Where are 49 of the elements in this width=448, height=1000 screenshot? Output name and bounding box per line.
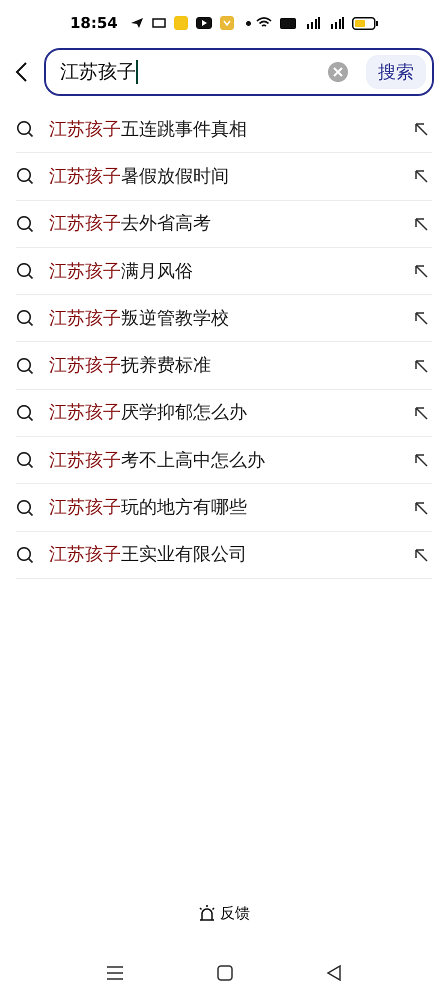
wifi-icon <box>256 17 272 29</box>
send-icon <box>130 17 144 29</box>
signal-icon <box>328 17 344 29</box>
suggestion-item[interactable]: 江苏孩子叛逆管教学校 <box>49 304 414 332</box>
suggestion-item[interactable]: 江苏孩子厌学抑郁怎么办 <box>49 399 414 426</box>
search-icon <box>16 356 34 375</box>
signal-icon <box>304 17 320 29</box>
fill-arrow-icon[interactable] <box>414 548 428 562</box>
battery-icon <box>352 16 378 30</box>
search-icon <box>16 309 34 328</box>
fill-arrow-icon[interactable] <box>414 500 428 515</box>
suggestion-item[interactable]: 江苏孩子王实业有限公司 <box>49 541 414 568</box>
suggestion-item[interactable]: 江苏孩子满月风俗 <box>49 258 414 285</box>
feedback-link[interactable]: 反馈 <box>198 902 250 924</box>
fill-arrow-icon[interactable] <box>414 264 428 278</box>
app-icon <box>174 16 188 30</box>
search-icon <box>16 214 34 233</box>
app-icon <box>152 17 166 29</box>
suggestion-item[interactable]: 江苏孩子五连跳事件真相 <box>49 116 414 143</box>
search-query: 江苏孩子 <box>60 60 136 85</box>
alarm-icon <box>198 904 216 922</box>
suggestion-item[interactable]: 江苏孩子玩的地方有哪些 <box>49 494 414 522</box>
fill-arrow-icon[interactable] <box>414 122 428 136</box>
text-cursor <box>136 60 138 84</box>
back-nav-icon[interactable] <box>326 965 342 981</box>
status-time: 18:54 <box>70 12 118 34</box>
video-icon <box>196 17 212 29</box>
suggestion-item[interactable]: 江苏孩子抚养费标准 <box>49 352 414 380</box>
search-icon <box>16 404 34 422</box>
fill-arrow-icon[interactable] <box>414 358 428 373</box>
home-icon[interactable] <box>216 965 233 981</box>
suggestion-item[interactable]: 江苏孩子去外省高考 <box>49 210 414 238</box>
search-field[interactable]: 江苏孩子 搜索 <box>44 48 434 96</box>
fill-arrow-icon[interactable] <box>414 169 428 184</box>
search-button[interactable]: 搜索 <box>366 55 426 89</box>
dot-icon <box>246 20 251 26</box>
fill-arrow-icon[interactable] <box>414 216 428 231</box>
search-icon <box>16 546 34 564</box>
suggestion-item[interactable]: 江苏孩子考不上高中怎么办 <box>49 446 414 474</box>
fill-arrow-icon[interactable] <box>414 311 428 326</box>
menu-icon[interactable] <box>106 965 124 981</box>
search-icon <box>16 262 34 280</box>
search-icon <box>16 451 34 470</box>
search-icon <box>16 120 34 138</box>
search-icon <box>16 498 34 517</box>
search-icon <box>16 167 34 186</box>
fill-arrow-icon[interactable] <box>414 406 428 420</box>
fill-arrow-icon[interactable] <box>414 453 428 468</box>
suggestion-item[interactable]: 江苏孩子暑假放假时间 <box>49 162 414 190</box>
